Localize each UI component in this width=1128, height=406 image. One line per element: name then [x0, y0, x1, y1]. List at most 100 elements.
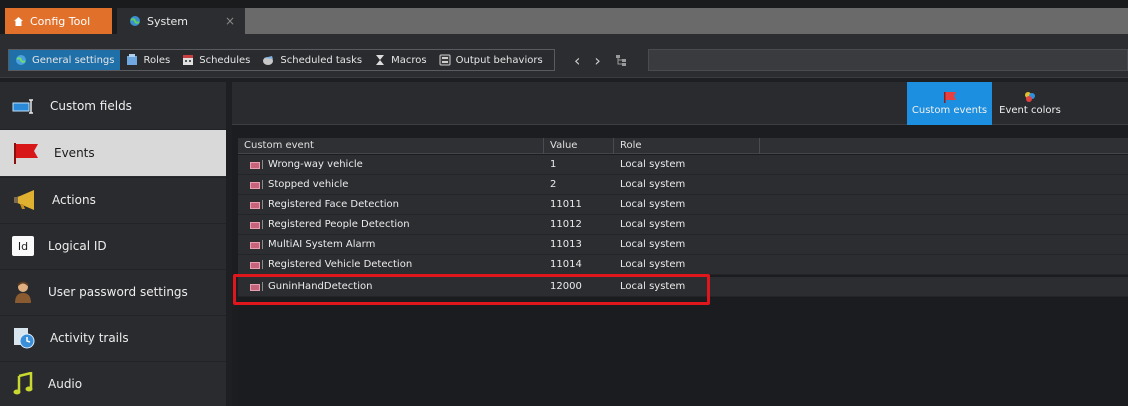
nav-macros-label: Macros	[391, 54, 427, 66]
table-row[interactable]: MultiAI System Alarm 11013 Local system	[238, 235, 1128, 255]
event-name: MultiAI System Alarm	[268, 239, 376, 250]
back-arrow-icon[interactable]: ‹	[574, 51, 580, 70]
sidebar-item-activity-trails[interactable]: Activity trails	[0, 316, 226, 360]
sidebar-item-label: Activity trails	[50, 331, 129, 345]
nav-output-behaviors[interactable]: Output behaviors	[433, 50, 549, 70]
event-colors-icon	[1023, 91, 1037, 103]
sidebar-item-label: Logical ID	[48, 239, 107, 253]
highlight-box	[233, 274, 710, 305]
sidebar-item-label: User password settings	[48, 285, 188, 299]
sidebar-item-label: Actions	[52, 193, 96, 207]
event-colors-label: Event colors	[999, 105, 1061, 116]
close-tab-icon[interactable]: ×	[225, 14, 235, 28]
event-icon	[250, 262, 260, 269]
custom-events-label: Custom events	[911, 105, 988, 116]
event-name: Registered People Detection	[268, 219, 410, 230]
table-row[interactable]: Registered People Detection 11012 Local …	[238, 215, 1128, 235]
custom-events-button[interactable]: Custom events	[907, 82, 992, 125]
sidebar-item-events[interactable]: Events	[0, 130, 226, 176]
event-icon-tick	[262, 180, 263, 189]
sidebar-item-label: Audio	[48, 377, 83, 391]
table-header: Custom event Value Role	[238, 138, 1128, 154]
event-icon	[250, 242, 260, 249]
hierarchy-icon[interactable]	[615, 54, 628, 66]
id-icon: Id	[12, 236, 34, 256]
nav-general-settings-label: General settings	[32, 54, 115, 66]
event-icon-tick	[262, 160, 263, 169]
forward-arrow-icon[interactable]: ›	[594, 51, 600, 70]
custom-events-icon	[943, 91, 957, 103]
sidebar-item-label: Custom fields	[50, 99, 132, 113]
main-panel: Custom events Event colors Custom event …	[232, 82, 1128, 406]
sidebar-item-logical-id[interactable]: Id Logical ID	[0, 224, 226, 268]
event-name: Registered Vehicle Detection	[268, 259, 413, 270]
sidebar: Custom fields Events Actions Id Logical …	[0, 82, 226, 406]
sidebar-item-actions[interactable]: Actions	[0, 178, 226, 222]
tab-system[interactable]: System ×	[117, 8, 245, 34]
nav-roles-label: Roles	[143, 54, 171, 66]
event-colors-button[interactable]: Event colors	[996, 82, 1064, 125]
macro-icon	[374, 54, 386, 66]
event-icon	[250, 202, 260, 209]
activity-trails-icon	[12, 326, 36, 350]
event-icon-tick	[262, 260, 263, 269]
tab-strip-fill	[245, 8, 1128, 34]
sidebar-item-user-password-settings[interactable]: User password settings	[0, 270, 226, 314]
event-icon-tick	[262, 240, 263, 249]
sidebar-item-audio[interactable]: Audio	[0, 362, 226, 406]
event-icon	[250, 162, 260, 169]
event-value: 11012	[550, 219, 582, 230]
scheduled-tasks-icon	[262, 54, 275, 66]
tab-config-tool-label: Config Tool	[30, 14, 91, 28]
roles-icon	[126, 54, 138, 66]
event-icon-tick	[262, 200, 263, 209]
event-icon	[250, 182, 260, 189]
nav-scheduled-tasks-label: Scheduled tasks	[280, 54, 363, 66]
event-name: Stopped vehicle	[268, 179, 349, 190]
table-row[interactable]: Wrong-way vehicle 1 Local system	[238, 155, 1128, 175]
column-header-role[interactable]: Role	[614, 138, 760, 154]
event-value: 11013	[550, 239, 582, 250]
event-role: Local system	[620, 179, 686, 190]
globe-icon	[15, 54, 27, 66]
calendar-icon	[182, 54, 194, 66]
home-icon	[13, 16, 24, 27]
globe-icon	[129, 15, 141, 27]
event-role: Local system	[620, 219, 686, 230]
event-role: Local system	[620, 159, 686, 170]
nav-group: General settings Roles Schedules Schedul…	[8, 49, 555, 71]
event-role: Local system	[620, 259, 686, 270]
table-row[interactable]: Stopped vehicle 2 Local system	[238, 175, 1128, 195]
custom-events-table: Custom event Value Role Wrong-way vehicl…	[238, 138, 1128, 406]
nav-general-settings[interactable]: General settings	[9, 50, 121, 70]
table-row[interactable]: Registered Face Detection 11011 Local sy…	[238, 195, 1128, 215]
nav-schedules-label: Schedules	[199, 54, 251, 66]
nav-scheduled-tasks[interactable]: Scheduled tasks	[256, 50, 368, 70]
event-value: 11014	[550, 259, 582, 270]
sidebar-item-label: Events	[54, 146, 95, 160]
event-role: Local system	[620, 239, 686, 250]
nav-roles[interactable]: Roles	[120, 50, 176, 70]
sidebar-item-custom-fields[interactable]: Custom fields	[0, 84, 226, 128]
user-icon	[12, 280, 34, 304]
events-toolbar: Custom events Event colors	[232, 82, 1128, 125]
nav-schedules[interactable]: Schedules	[176, 50, 256, 70]
tab-config-tool[interactable]: Config Tool	[5, 8, 112, 34]
table-row[interactable]: Registered Vehicle Detection 11014 Local…	[238, 255, 1128, 275]
event-value: 2	[550, 179, 557, 190]
event-role: Local system	[620, 199, 686, 210]
flag-icon	[12, 141, 40, 165]
event-name: Registered Face Detection	[268, 199, 400, 210]
event-value: 11011	[550, 199, 582, 210]
navigation-toolbar: General settings Roles Schedules Schedul…	[0, 34, 1128, 78]
nav-arrows: ‹ ›	[574, 49, 628, 71]
custom-fields-icon	[12, 98, 36, 114]
event-value: 1	[550, 159, 557, 170]
search-input[interactable]	[648, 49, 1128, 71]
nav-output-behaviors-label: Output behaviors	[455, 54, 543, 66]
column-header-custom-event[interactable]: Custom event	[238, 138, 544, 154]
event-icon	[250, 222, 260, 229]
column-header-value[interactable]: Value	[544, 138, 614, 154]
music-note-icon	[12, 372, 34, 396]
nav-macros[interactable]: Macros	[368, 50, 432, 70]
